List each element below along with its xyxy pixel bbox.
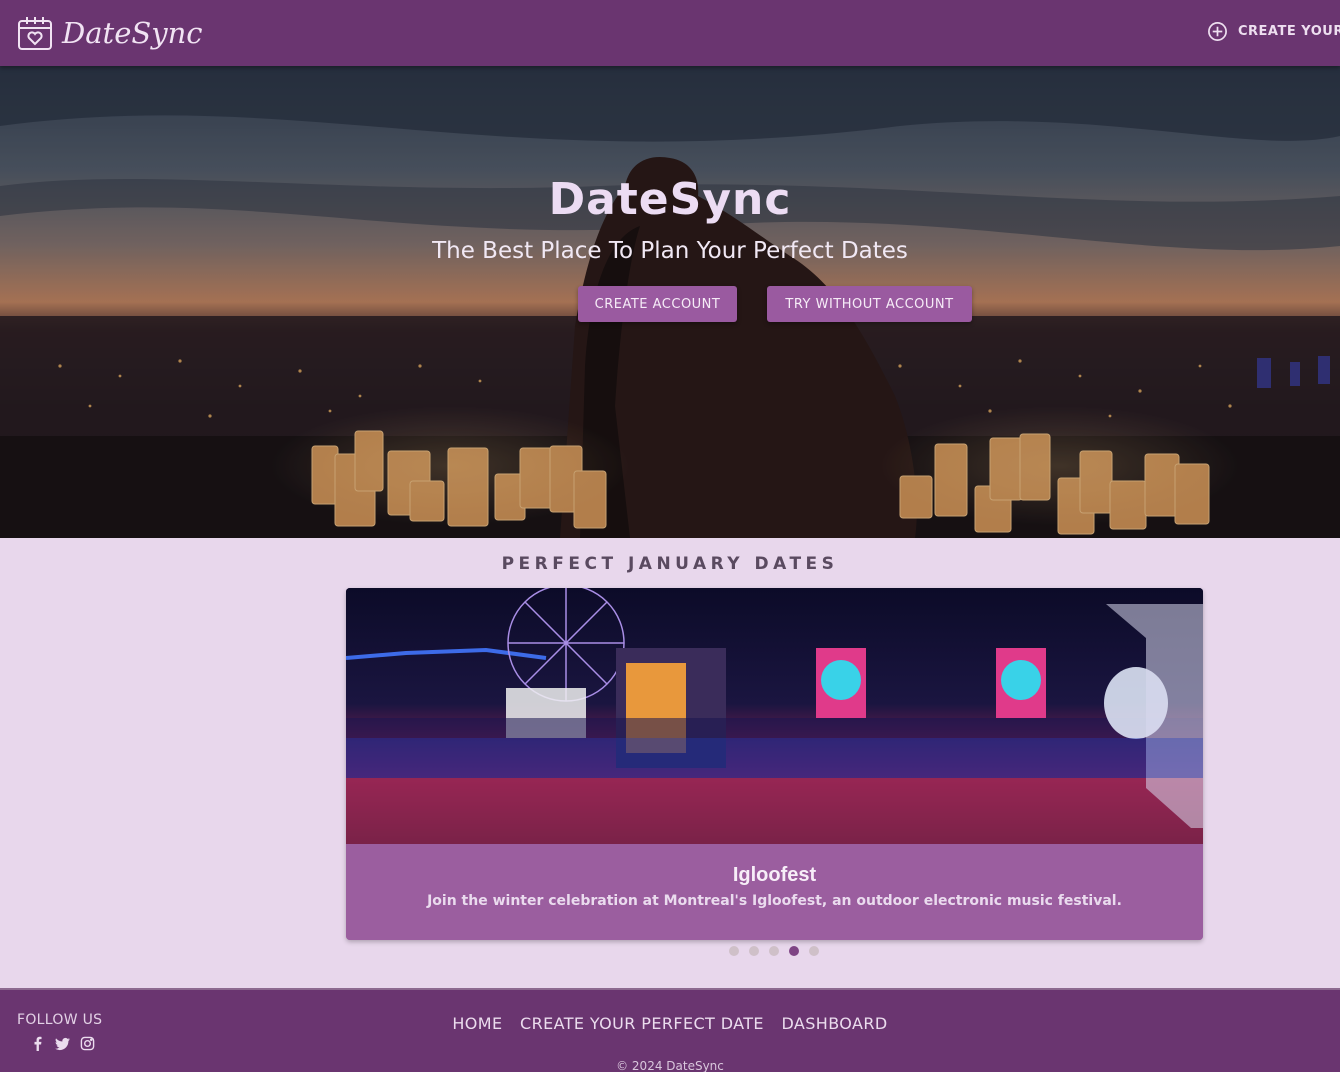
carousel-dot-3[interactable] — [769, 946, 779, 956]
instagram-icon[interactable] — [80, 1036, 95, 1051]
footer-link-home[interactable]: HOME — [452, 1014, 502, 1033]
plus-circle-icon — [1208, 22, 1227, 41]
hero-title: DateSync — [548, 174, 792, 225]
slide-title: Igloofest — [732, 864, 817, 886]
social-links — [30, 1036, 95, 1051]
carousel-slide[interactable]: Igloofest Join the winter celebration at… — [346, 588, 1203, 940]
footer-link-dashboard[interactable]: DASHBOARD — [781, 1014, 887, 1033]
carousel-dot-4[interactable] — [789, 946, 799, 956]
create-date-nav-label: CREATE YOUR P — [1238, 24, 1340, 39]
slide-caption: Igloofest Join the winter celebration at… — [346, 844, 1203, 940]
twitter-icon[interactable] — [55, 1036, 70, 1051]
carousel-dot-2[interactable] — [749, 946, 759, 956]
site-footer: FOLLOW US HOME CREATE YOUR PERFECT DATE … — [0, 988, 1340, 1072]
carousel-dot-5[interactable] — [809, 946, 819, 956]
calendar-heart-icon — [18, 17, 52, 50]
copyright-text: © 2024 DateSync — [616, 1059, 724, 1072]
section-title: PERFECT JANUARY DATES — [501, 554, 839, 574]
main-content: PERFECT JANUARY DATES Igloofest Join the… — [0, 538, 1340, 988]
create-date-nav-link[interactable]: CREATE YOUR P — [1207, 21, 1340, 42]
create-account-button[interactable]: CREATE ACCOUNT — [578, 286, 737, 322]
brand-name: DateSync — [62, 16, 203, 50]
slide-image-igloofest — [346, 588, 1203, 844]
try-without-account-button[interactable]: TRY WITHOUT ACCOUNT — [767, 286, 972, 322]
top-navbar: DateSync CREATE YOUR P — [0, 0, 1340, 66]
brand-link[interactable]: DateSync — [16, 13, 203, 53]
footer-nav: HOME CREATE YOUR PERFECT DATE DASHBOARD — [0, 1014, 1340, 1033]
carousel-dot-1[interactable] — [729, 946, 739, 956]
hero-banner: DateSync The Best Place To Plan Your Per… — [0, 66, 1340, 538]
carousel-indicators — [729, 946, 819, 956]
footer-link-create[interactable]: CREATE YOUR PERFECT DATE — [520, 1014, 764, 1033]
slide-description: Join the winter celebration at Montreal'… — [427, 893, 1122, 909]
facebook-icon[interactable] — [30, 1036, 45, 1051]
hero-subtitle: The Best Place To Plan Your Perfect Date… — [432, 238, 908, 264]
